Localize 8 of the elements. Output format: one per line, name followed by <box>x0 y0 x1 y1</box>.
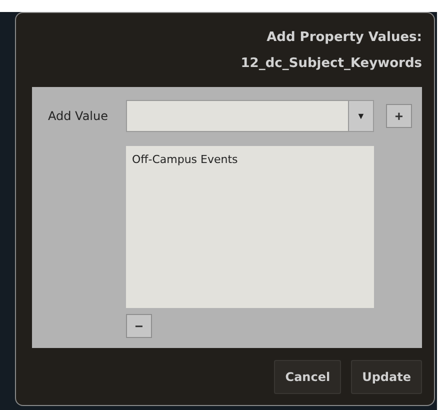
dialog-title: Add Property Values: <box>266 29 422 47</box>
dialog-title: 12_dc_Subject_Keywords <box>240 55 422 73</box>
list-item[interactable]: Off-Campus Events <box>132 152 368 167</box>
remove-button[interactable]: − <box>126 314 152 338</box>
dialog-button[interactable]: Cancel <box>274 360 342 394</box>
field-label: Add Value <box>48 109 109 123</box>
dialog-button[interactable]: Update <box>351 360 422 394</box>
add-button[interactable]: + <box>386 104 412 128</box>
